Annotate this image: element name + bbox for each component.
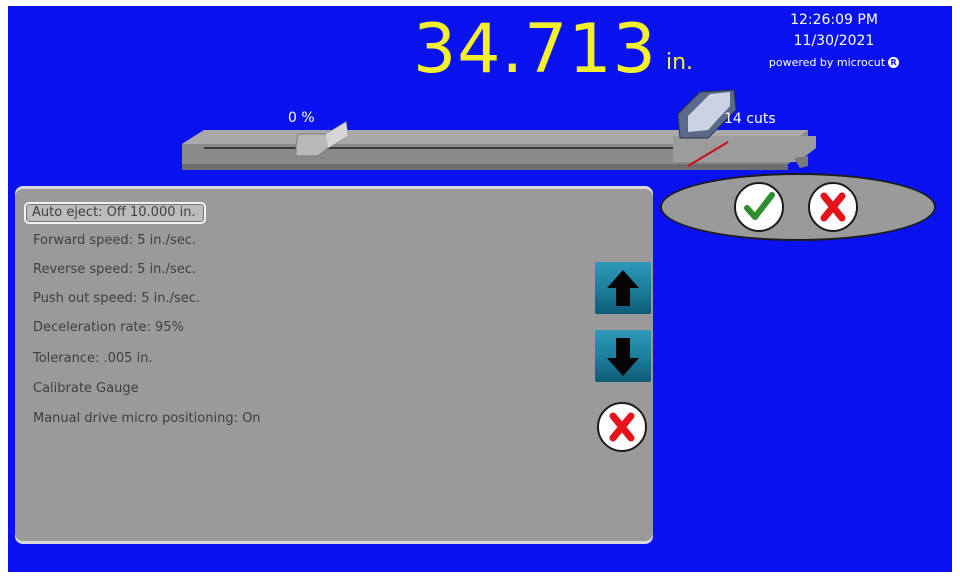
cuts-count: 14 cuts (724, 111, 776, 127)
clock-block: 12:26:09 PM 11/30/2021 powered by microc… (734, 10, 934, 73)
settings-panel: Auto eject: Off 10.000 in. Forward speed… (15, 186, 653, 544)
accept-button[interactable] (734, 182, 784, 232)
arrow-up-icon (607, 270, 639, 306)
reject-button[interactable] (808, 182, 858, 232)
backgauge-illustration (182, 89, 816, 170)
setting-micro-positioning[interactable]: Manual drive micro positioning: On (27, 408, 269, 430)
machine-screen: 34.713 in. 12:26:09 PM 11/30/2021 powere… (8, 6, 952, 572)
time-text: 12:26:09 PM (790, 12, 878, 28)
setting-calibrate-gauge[interactable]: Calibrate Gauge (27, 378, 147, 400)
cancel-setting-button[interactable] (597, 402, 647, 452)
scroll-up-button[interactable] (595, 262, 651, 314)
red-x-icon (820, 192, 846, 222)
position-readout: 34.713 (413, 10, 657, 89)
setting-forward-speed[interactable]: Forward speed: 5 in./sec. (27, 230, 204, 252)
setting-push-out-speed[interactable]: Push out speed: 5 in./sec. (27, 288, 208, 310)
scroll-down-button[interactable] (595, 330, 651, 382)
red-x-icon (609, 412, 635, 442)
green-check-icon (744, 192, 775, 220)
brand-line: powered by microcut R (734, 52, 934, 73)
registered-mark-icon: R (888, 57, 900, 68)
arrow-down-icon (607, 338, 639, 376)
setting-deceleration-rate[interactable]: Deceleration rate: 95% (27, 317, 192, 339)
confirm-bar (660, 173, 936, 241)
date-text: 11/30/2021 (793, 33, 875, 49)
setting-auto-eject[interactable]: Auto eject: Off 10.000 in. (24, 202, 206, 224)
setting-reverse-speed[interactable]: Reverse speed: 5 in./sec. (27, 259, 204, 281)
progress-label: 0 % (288, 110, 315, 126)
brand-text: powered by microcut (768, 56, 886, 69)
setting-tolerance[interactable]: Tolerance: .005 in. (27, 348, 161, 370)
table-edge (182, 164, 788, 170)
position-unit: in. (666, 50, 694, 75)
